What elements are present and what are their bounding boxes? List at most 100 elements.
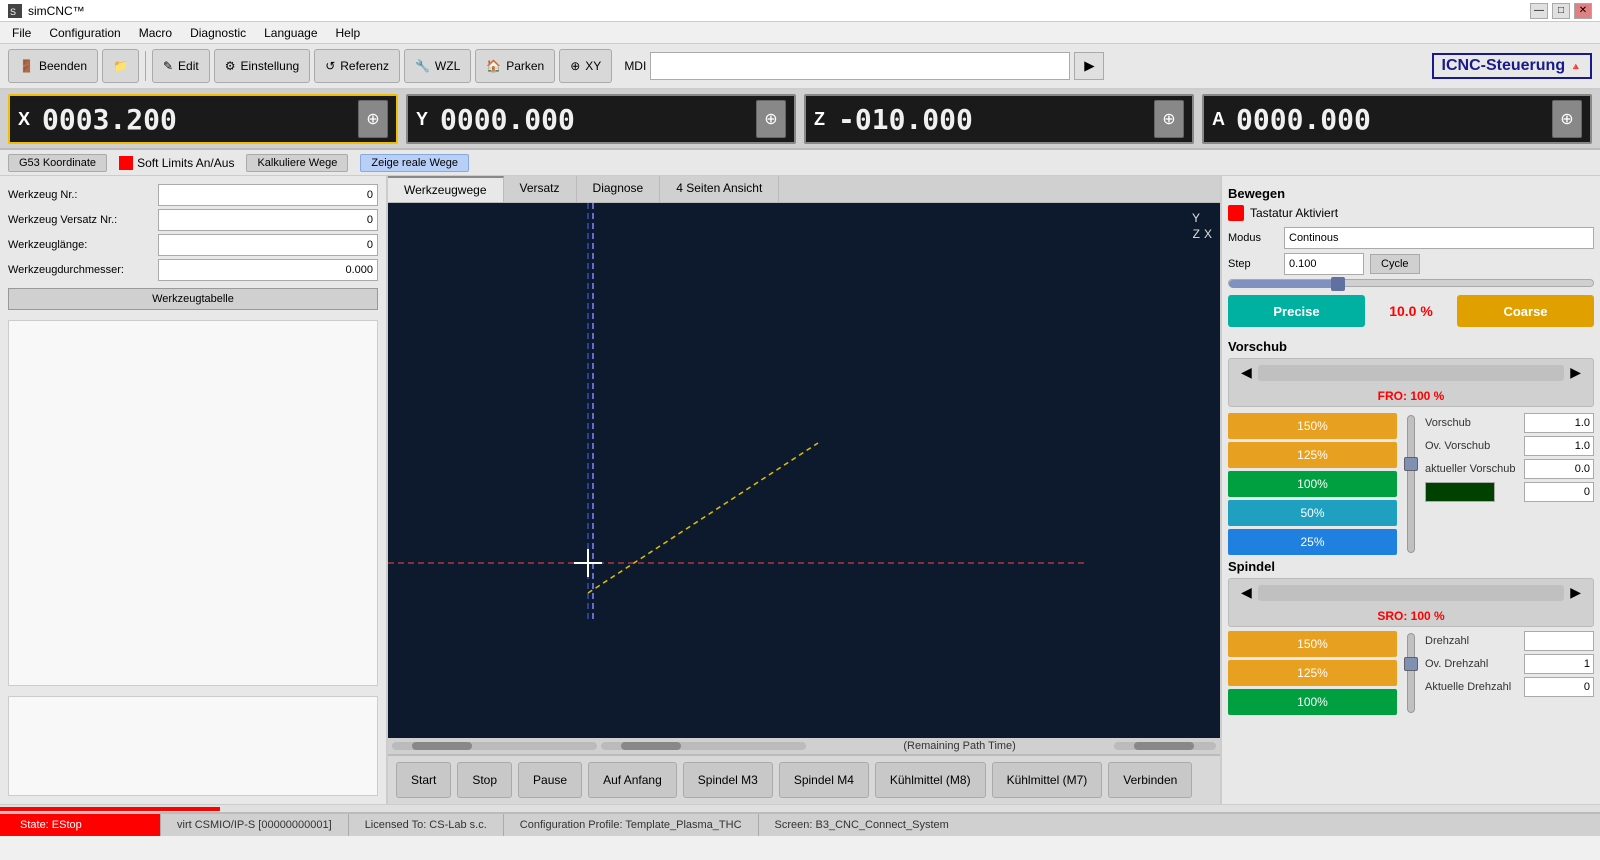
versatz-nr-input[interactable] xyxy=(158,209,378,231)
spindel-150-button[interactable]: 150% xyxy=(1228,631,1397,657)
modus-input[interactable] xyxy=(1284,227,1594,249)
g53-button[interactable]: G53 Koordinate xyxy=(8,154,107,172)
wzl-button[interactable]: 🔧 WZL xyxy=(404,49,471,83)
spindel-m4-button[interactable]: Spindel M4 xyxy=(779,762,869,798)
minimize-button[interactable]: — xyxy=(1530,3,1548,19)
axis-y-value: 0000.000 xyxy=(440,103,752,136)
viewport[interactable]: Y Z X xyxy=(388,203,1220,738)
aktuelle-param-input[interactable] xyxy=(1524,677,1594,697)
scrollbar-left-track[interactable] xyxy=(392,742,597,750)
kalkuliere-button[interactable]: Kalkuliere Wege xyxy=(246,154,348,172)
menu-macro[interactable]: Macro xyxy=(131,24,180,42)
axis-y-zero-button[interactable]: ⊕ xyxy=(756,100,786,138)
tab-4seiten[interactable]: 4 Seiten Ansicht xyxy=(660,176,779,202)
spindel-125-button[interactable]: 125% xyxy=(1228,660,1397,686)
versatz-nr-label: Werkzeug Versatz Nr.: xyxy=(8,214,158,226)
mdi-input[interactable] xyxy=(650,52,1070,80)
aktueller-param-input[interactable] xyxy=(1524,459,1594,479)
sro-left-arrow[interactable]: ◀ xyxy=(1235,582,1258,603)
viewport-scrollbar[interactable]: (Remaining Path Time) xyxy=(388,738,1220,754)
vorschub-title: Vorschub xyxy=(1228,339,1594,354)
menu-file[interactable]: File xyxy=(4,24,39,42)
scrollbar-right-thumb[interactable] xyxy=(1134,742,1194,750)
referenz-button[interactable]: ↺ Referenz xyxy=(314,49,400,83)
step-slider-track[interactable] xyxy=(1228,279,1594,287)
stop-button[interactable]: Stop xyxy=(457,762,512,798)
beenden-button[interactable]: 🚪 Beenden xyxy=(8,49,98,83)
parken-button[interactable]: 🏠 Parken xyxy=(475,49,555,83)
scrollbar-left-thumb[interactable] xyxy=(412,742,472,750)
axis-a-zero-button[interactable]: ⊕ xyxy=(1552,100,1582,138)
step-slider-thumb[interactable] xyxy=(1331,277,1345,291)
cycle-button[interactable]: Cycle xyxy=(1370,254,1420,274)
speed-150-button[interactable]: 150% xyxy=(1228,413,1397,439)
werkzeug-nr-input[interactable] xyxy=(158,184,378,206)
spindel-slider-thumb[interactable] xyxy=(1404,657,1418,671)
step-input[interactable] xyxy=(1284,253,1364,275)
edit-button[interactable]: ✎ Edit xyxy=(152,49,210,83)
menu-diagnostic[interactable]: Diagnostic xyxy=(182,24,254,42)
slider-row[interactable] xyxy=(1228,279,1594,287)
laenge-input[interactable] xyxy=(158,234,378,256)
einstellung-button[interactable]: ⚙ Einstellung xyxy=(214,49,310,83)
referenz-label: Referenz xyxy=(340,59,389,73)
mdi-run-button[interactable]: ▶ xyxy=(1074,52,1104,80)
spindel-slider-track[interactable] xyxy=(1407,633,1415,713)
scrollbar-right-track[interactable] xyxy=(1114,742,1216,750)
menu-language[interactable]: Language xyxy=(256,24,325,42)
durchmesser-input[interactable] xyxy=(158,259,378,281)
drehzahl-param-input[interactable] xyxy=(1524,631,1594,651)
pause-button[interactable]: Pause xyxy=(518,762,582,798)
speed-buttons: 150% 125% 100% 50% 25% xyxy=(1228,413,1397,555)
speed-zero-input[interactable] xyxy=(1524,482,1594,502)
titlebar-controls[interactable]: — □ ✕ xyxy=(1530,3,1592,19)
menu-help[interactable]: Help xyxy=(328,24,369,42)
virt-status: virt CSMIO/IP-S [00000000001] xyxy=(161,819,348,831)
auf-anfang-button[interactable]: Auf Anfang xyxy=(588,762,677,798)
ov-vorschub-param-input[interactable] xyxy=(1524,436,1594,456)
scrollbar-mid-thumb[interactable] xyxy=(621,742,681,750)
sro-right-arrow[interactable]: ▶ xyxy=(1564,582,1587,603)
cnc-logo: ICNC-Steuerung 🔺 xyxy=(1432,53,1592,79)
xy-button[interactable]: ⊕ XY xyxy=(559,49,612,83)
axis-z-zero-button[interactable]: ⊕ xyxy=(1154,100,1184,138)
zeige-button[interactable]: Zeige reale Wege xyxy=(360,154,469,172)
vorschub-param-input[interactable] xyxy=(1524,413,1594,433)
speed-slider-track[interactable] xyxy=(1407,415,1415,553)
menu-configuration[interactable]: Configuration xyxy=(41,24,128,42)
start-button[interactable]: Start xyxy=(396,762,451,798)
axis-a-group: A 0000.000 ⊕ xyxy=(1202,94,1592,144)
fro-right-arrow[interactable]: ▶ xyxy=(1564,362,1587,383)
control-buttons: Start Stop Pause Auf Anfang Spindel M3 S… xyxy=(388,754,1220,804)
tab-versatz[interactable]: Versatz xyxy=(504,176,577,202)
sro-track xyxy=(1258,585,1564,601)
speed-slider-col[interactable] xyxy=(1403,413,1419,555)
speed-100-button[interactable]: 100% xyxy=(1228,471,1397,497)
scrollbar-mid-track[interactable] xyxy=(601,742,806,750)
axis-x-zero-button[interactable]: ⊕ xyxy=(358,100,388,138)
spindel-m3-button[interactable]: Spindel M3 xyxy=(683,762,773,798)
speed-125-button[interactable]: 125% xyxy=(1228,442,1397,468)
file-button[interactable]: 📁 xyxy=(102,49,139,83)
aktueller-param-row: aktueller Vorschub xyxy=(1425,459,1594,479)
ov-drehzahl-param-input[interactable] xyxy=(1524,654,1594,674)
speed-25-button[interactable]: 25% xyxy=(1228,529,1397,555)
speed-50-button[interactable]: 50% xyxy=(1228,500,1397,526)
speed-slider-thumb[interactable] xyxy=(1404,457,1418,471)
verbinden-button[interactable]: Verbinden xyxy=(1108,762,1192,798)
maximize-button[interactable]: □ xyxy=(1552,3,1570,19)
fro-left-arrow[interactable]: ◀ xyxy=(1235,362,1258,383)
spindel-slider-col[interactable] xyxy=(1403,631,1419,715)
kuehlmittel-m7-button[interactable]: Kühlmittel (M7) xyxy=(992,762,1103,798)
close-button[interactable]: ✕ xyxy=(1574,3,1592,19)
precise-button[interactable]: Precise xyxy=(1228,295,1365,327)
coarse-button[interactable]: Coarse xyxy=(1457,295,1594,327)
tab-diagnose[interactable]: Diagnose xyxy=(577,176,661,202)
vorschub-param-label: Vorschub xyxy=(1425,417,1471,429)
fro-bar: ◀ ▶ FRO: 100 % xyxy=(1228,358,1594,407)
tab-werkzeugwege[interactable]: Werkzeugwege xyxy=(388,176,504,202)
werkzeug-tabelle-button[interactable]: Werkzeugtabelle xyxy=(8,288,378,310)
kuehlmittel-m8-button[interactable]: Kühlmittel (M8) xyxy=(875,762,986,798)
axis-y-label: Y xyxy=(416,109,434,130)
spindel-100-button[interactable]: 100% xyxy=(1228,689,1397,715)
